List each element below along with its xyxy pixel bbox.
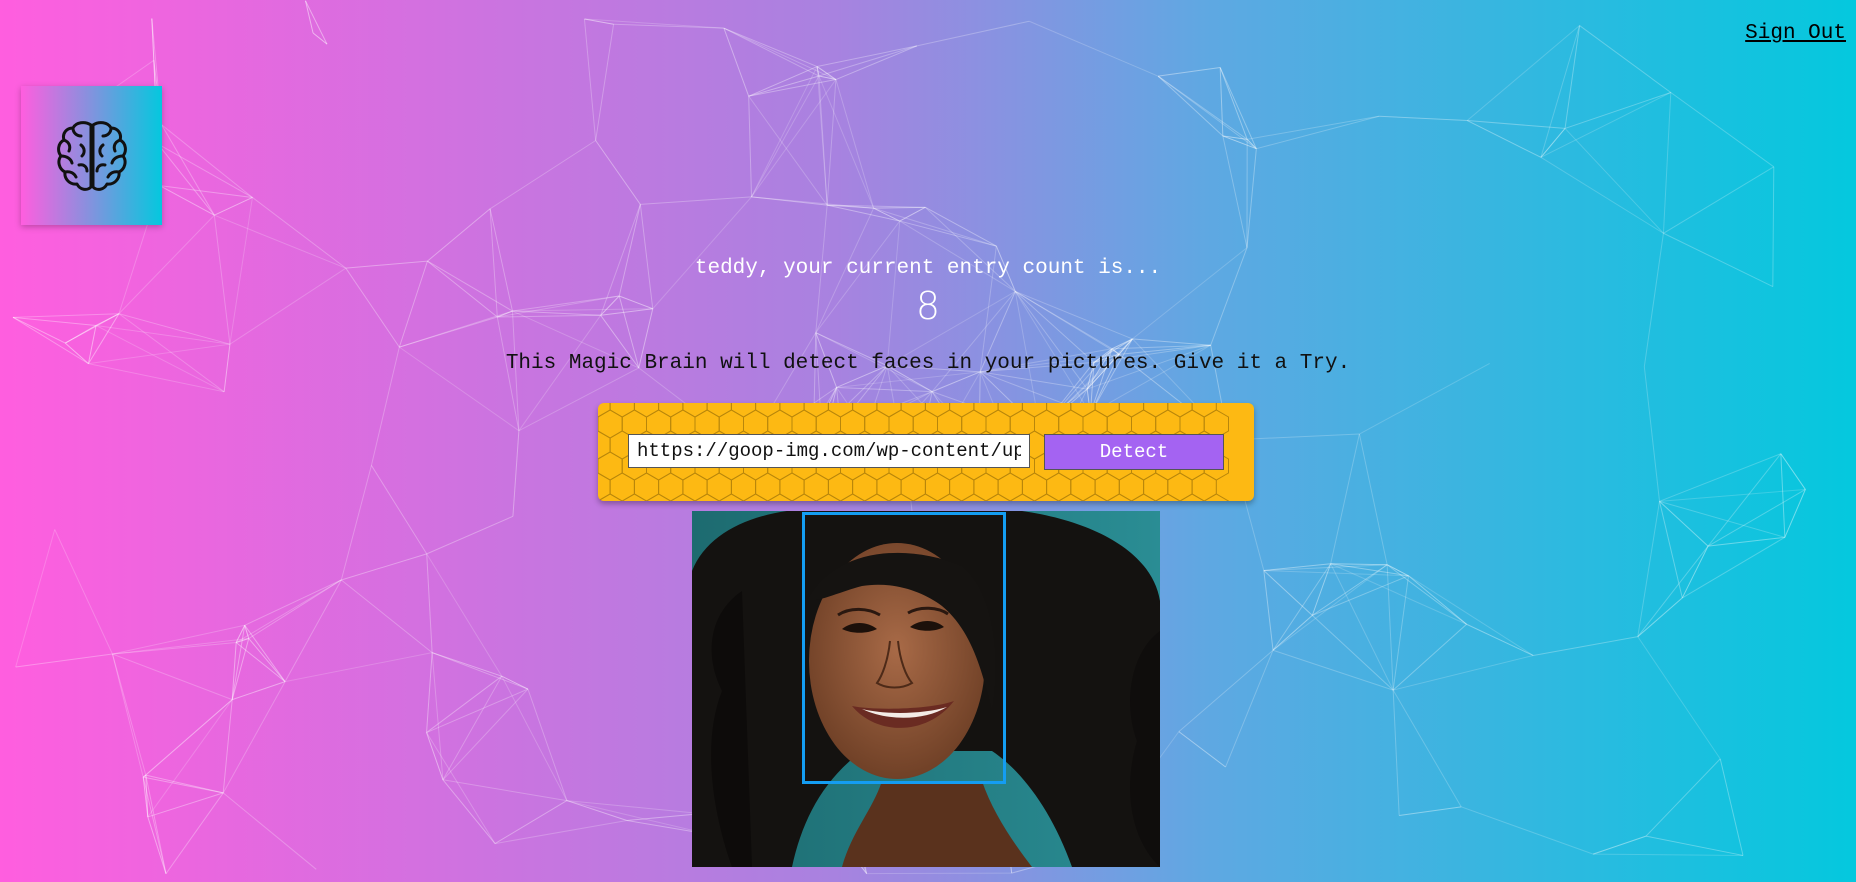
face-bounding-box bbox=[801, 512, 1006, 785]
intro-text: This Magic Brain will detect faces in yo… bbox=[505, 352, 1351, 375]
detect-button[interactable]: Detect bbox=[1044, 434, 1224, 470]
entry-count-message: teddy, your current entry count is... bbox=[694, 257, 1162, 280]
rank-section: teddy, your current entry count is... 8 bbox=[0, 256, 1856, 328]
image-link-form: Detect bbox=[598, 403, 1254, 501]
top-navigation: Sign Out bbox=[1745, 22, 1846, 45]
face-recognition-image-container bbox=[692, 511, 1160, 867]
sign-out-link[interactable]: Sign Out bbox=[1745, 22, 1846, 45]
entry-count-value: 8 bbox=[915, 284, 941, 328]
logo-tile[interactable] bbox=[21, 86, 162, 225]
brain-icon bbox=[56, 120, 127, 191]
image-url-input[interactable] bbox=[628, 434, 1030, 468]
